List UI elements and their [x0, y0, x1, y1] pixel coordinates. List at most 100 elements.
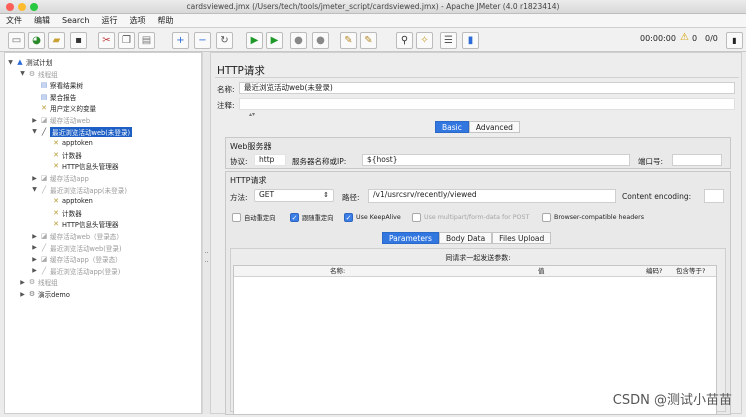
expand-icon[interactable]: + [172, 32, 189, 49]
tree-node[interactable]: ✕ apptoken [43, 138, 93, 148]
checkbox-checked-icon[interactable]: ✓ [344, 213, 353, 222]
stepper-icon: ⇕ [323, 191, 329, 199]
tree-node[interactable]: ✕ HTTP信息头管理器 [43, 161, 118, 171]
tree-node-label: 聚合报告 [50, 93, 77, 102]
remote-status-icon[interactable]: ▮ [726, 32, 743, 49]
tree-node[interactable]: ▶ ◪ 缓存活动web（登录态） [31, 231, 123, 241]
function-helper-icon[interactable]: ☰ [440, 32, 457, 49]
checkbox-option[interactable]: ✓ 跟随重定向 [290, 213, 333, 222]
tree-node[interactable]: ▼ ▲ 测试计划 [7, 57, 52, 67]
tree-node[interactable]: ▼ ╱ 最近浏览活动app(未登录) [31, 185, 127, 195]
menu-item[interactable]: 文件 [0, 14, 28, 27]
warning-icon[interactable]: ⚠ [680, 32, 689, 43]
collapse-icon[interactable]: − [194, 32, 211, 49]
tree-node[interactable]: ▤ 聚合报告 [31, 92, 77, 102]
clear-all-icon[interactable]: ✎ [360, 32, 377, 49]
expand-toggle-icon[interactable]: ▶ [31, 256, 38, 263]
zoom-window-icon[interactable] [30, 3, 38, 11]
menu-item[interactable]: 运行 [95, 14, 123, 27]
tree-node-label: apptoken [62, 197, 93, 206]
tab-parameters[interactable]: Parameters [382, 232, 439, 244]
menu-item[interactable]: 选项 [123, 14, 151, 27]
checkbox-option[interactable]: ✓ Use KeepAlive [344, 213, 401, 222]
name-field[interactable]: 最近浏览活动web(未登录) [239, 82, 735, 94]
encoding-field[interactable] [704, 189, 724, 203]
paste-icon[interactable]: ▤ [138, 32, 155, 49]
method-value: GET [259, 190, 275, 199]
protocol-field[interactable]: http [254, 154, 286, 166]
tree-node[interactable]: ▶ ◪ 缓存活动app [31, 173, 89, 183]
checkbox-option[interactable]: Use multipart/form-data for POST [412, 213, 529, 222]
minimize-window-icon[interactable] [18, 3, 26, 11]
start-icon[interactable]: ▶ [246, 32, 263, 49]
menu-item[interactable]: 编辑 [28, 14, 56, 27]
menu-item[interactable]: Search [56, 14, 95, 27]
tree-node[interactable]: ▶ ╱ 最近浏览活动app(登录) [31, 266, 120, 276]
cut-icon[interactable]: ✂ [98, 32, 115, 49]
tree-node[interactable]: ▼ ╱ 最近浏览活动web(未登录) [31, 126, 133, 137]
start-no-pauses-icon[interactable]: ▶ [266, 32, 283, 49]
collapse-arrows-icon[interactable]: ▴▾ [249, 111, 255, 118]
checkbox-unchecked-icon[interactable] [232, 213, 241, 222]
expand-toggle-icon[interactable]: ▶ [19, 279, 26, 286]
copy-icon[interactable]: ❐ [118, 32, 135, 49]
tab-advanced[interactable]: Advanced [468, 121, 520, 133]
checkbox-option[interactable]: Browser-compatible headers [542, 213, 644, 222]
tree-node[interactable]: ✕ apptoken [43, 196, 93, 206]
stop-icon[interactable]: ● [290, 32, 307, 49]
checkbox-unchecked-icon[interactable] [542, 213, 551, 222]
toggle-icon[interactable]: ↻ [216, 32, 233, 49]
expand-toggle-icon[interactable]: ▼ [31, 128, 38, 135]
path-field[interactable]: /v1/usrcsrv/recently/viewed [368, 189, 616, 203]
tab-body-data[interactable]: Body Data [438, 232, 493, 244]
tree-node[interactable]: ▶ ◪ 缓存活动web [31, 115, 90, 125]
tree-node[interactable]: ▶ ╱ 最近浏览活动web(登录) [31, 243, 121, 253]
toolbar: 00:00:00 ⚠ 0 0/0 ▮ ▭ ◕ ▰ ▪ ✂ ❐ ▤ + − ↻ ▶ ▶ ● ● ✎ ✎ ⚲ ✧ ☰ ▮ [0, 28, 746, 52]
checkbox-option[interactable]: 自动重定向 [232, 213, 275, 222]
splitter[interactable] [202, 52, 210, 414]
search-icon[interactable]: ⚲ [396, 32, 413, 49]
element-icon: ✕ [53, 197, 59, 206]
checkbox-checked-icon[interactable]: ✓ [290, 213, 299, 222]
shutdown-icon[interactable]: ● [312, 32, 329, 49]
tree-node[interactable]: ✕ 计数器 [43, 208, 82, 218]
expand-toggle-icon[interactable]: ▼ [7, 59, 14, 66]
expand-toggle-icon[interactable]: ▶ [31, 175, 38, 182]
expand-toggle-icon[interactable]: ▼ [19, 70, 26, 77]
close-window-icon[interactable] [6, 3, 14, 11]
new-icon[interactable]: ▭ [8, 32, 25, 49]
menu-item[interactable]: 帮助 [151, 14, 179, 27]
server-field[interactable]: ${host} [362, 154, 630, 166]
tree-node-label: HTTP信息头管理器 [62, 163, 119, 172]
window-controls[interactable] [6, 3, 38, 11]
config-tabs: Basic Advanced [435, 121, 520, 133]
expand-toggle-icon[interactable]: ▶ [31, 117, 38, 124]
expand-toggle-icon[interactable]: ▶ [31, 267, 38, 274]
port-field[interactable] [672, 154, 722, 166]
comment-field[interactable] [239, 98, 735, 110]
method-select[interactable]: GET ⇕ [254, 189, 334, 202]
expand-toggle-icon[interactable]: ▼ [31, 186, 38, 193]
save-icon[interactable]: ▪ [70, 32, 87, 49]
checkbox-unchecked-icon[interactable] [412, 213, 421, 222]
clear-icon[interactable]: ✎ [340, 32, 357, 49]
tree-node[interactable]: ▤ 察看结果树 [31, 80, 83, 90]
element-icon: ✕ [41, 104, 47, 113]
tree-node[interactable]: ▶ ⚙ 演示demo [19, 289, 70, 299]
tree-node-label: 缓存活动app（登录态） [50, 256, 122, 265]
tree-node[interactable]: ✕ 计数器 [43, 150, 82, 160]
tree-node[interactable]: ▼ ⚙ 线程组 [19, 69, 58, 79]
tree-node[interactable]: ▶ ⚙ 线程组 [19, 277, 58, 287]
tree-node[interactable]: ✕ 用户定义的变量 [31, 103, 96, 113]
help-icon[interactable]: ▮ [462, 32, 479, 49]
expand-toggle-icon[interactable]: ▶ [31, 244, 38, 251]
tree-node[interactable]: ✕ HTTP信息头管理器 [43, 219, 118, 229]
expand-toggle-icon[interactable]: ▶ [31, 233, 38, 240]
reset-search-icon[interactable]: ✧ [416, 32, 433, 49]
expand-toggle-icon[interactable]: ▶ [19, 291, 26, 298]
tree-node[interactable]: ▶ ◪ 缓存活动app（登录态） [31, 254, 122, 264]
open-icon[interactable]: ▰ [48, 32, 65, 49]
templates-icon[interactable]: ◕ [28, 32, 45, 49]
tab-files-upload[interactable]: Files Upload [492, 232, 552, 244]
tab-basic[interactable]: Basic [435, 121, 469, 133]
